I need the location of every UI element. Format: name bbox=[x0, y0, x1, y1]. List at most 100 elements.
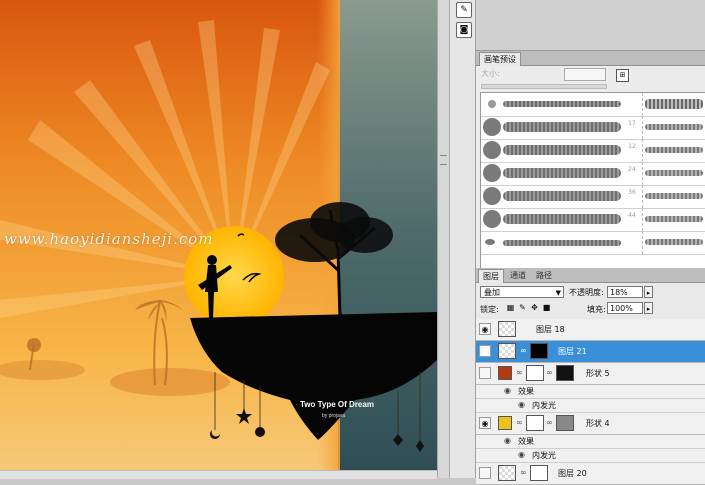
effects-label: 效果 bbox=[518, 387, 534, 396]
brush-stroke-preview bbox=[645, 239, 703, 245]
top-dock-area bbox=[476, 0, 705, 51]
brush-tip-icon bbox=[488, 100, 496, 108]
brush-stroke-preview bbox=[503, 240, 621, 246]
brush-preset-row[interactable]: 12 bbox=[481, 139, 705, 163]
tab-paths[interactable]: 路径 bbox=[532, 269, 556, 282]
layer-name: 形状 5 bbox=[586, 369, 610, 378]
brush-tip-icon bbox=[483, 141, 501, 159]
eye-icon[interactable]: ◉ bbox=[518, 400, 525, 409]
brush-preset-row[interactable] bbox=[481, 93, 705, 117]
eyedropper-icon[interactable]: ✎ bbox=[456, 2, 472, 18]
brush-presets-panel: 大小: ⊞ 17 12 24 36 44 bbox=[476, 66, 705, 280]
layer-name: 形状 4 bbox=[586, 419, 610, 428]
watermark-text: www.haoyidiansheji.com bbox=[4, 230, 214, 248]
tab-channels[interactable]: 通道 bbox=[506, 269, 530, 282]
brush-size-number: 17 bbox=[628, 120, 636, 127]
eye-icon[interactable] bbox=[479, 467, 491, 479]
lock-label: 锁定: bbox=[480, 305, 499, 314]
link-icon: ∞ bbox=[546, 418, 553, 427]
brush-size-number: 36 bbox=[628, 189, 636, 196]
layer-effect-row[interactable]: ◉ 内发光 bbox=[476, 449, 705, 463]
brush-preset-list[interactable]: 17 12 24 36 44 bbox=[480, 92, 705, 280]
link-icon: ∞ bbox=[520, 468, 527, 477]
brush-preset-row[interactable]: 24 bbox=[481, 162, 705, 186]
link-icon: ∞ bbox=[520, 346, 527, 355]
brush-stroke-preview bbox=[503, 191, 621, 201]
brush-tip-icon bbox=[483, 164, 501, 182]
eye-icon[interactable] bbox=[479, 367, 491, 379]
brush-preset-row[interactable] bbox=[481, 231, 705, 255]
link-icon: ∞ bbox=[546, 368, 553, 377]
fill-arrow-icon[interactable]: ▸ bbox=[644, 302, 653, 314]
layer-row-selected[interactable]: ◉ ∞ 图层 21 bbox=[476, 341, 705, 363]
brush-stroke-preview bbox=[503, 214, 621, 224]
artwork-title: Two Type Of Dream bbox=[300, 400, 374, 409]
tab-brush-presets[interactable]: 画笔预设 bbox=[479, 52, 521, 66]
layer-thumbnail bbox=[498, 321, 516, 337]
color-swatch bbox=[498, 366, 512, 380]
document-canvas[interactable]: www.haoyidiansheji.com Two Type Of Dream… bbox=[0, 0, 437, 470]
eye-icon[interactable]: ◉ bbox=[504, 386, 511, 395]
effects-label: 效果 bbox=[518, 437, 534, 446]
brush-size-field[interactable] bbox=[564, 68, 606, 81]
layer-options-bar: 叠加 ▼ 不透明度: 18% ▸ 锁定: ▦ ✎ ✥ ■ 填充: 100% ▸ bbox=[476, 283, 705, 320]
layers-panel: 图层 通道 路径 叠加 ▼ 不透明度: 18% ▸ 锁定: ▦ ✎ ✥ ■ 填充… bbox=[476, 268, 705, 485]
opacity-input[interactable]: 18% bbox=[607, 286, 643, 298]
brush-preset-row[interactable]: 17 bbox=[481, 116, 705, 140]
layer-row[interactable]: ∞ 图层 20 bbox=[476, 463, 705, 485]
mask-icon[interactable]: ◙ bbox=[456, 22, 472, 38]
lock-move-icon[interactable]: ✥ bbox=[530, 303, 539, 312]
lock-transparent-icon[interactable]: ▦ bbox=[506, 303, 515, 312]
panel-icon-strip: ✎ ◙ bbox=[450, 0, 476, 478]
panels-dock: 画笔预设 大小: ⊞ 17 12 24 36 44 图层 通道 路径 叠加 ▼ … bbox=[476, 0, 705, 485]
eye-icon[interactable]: ◉ bbox=[479, 345, 491, 357]
layer-name: 图层 18 bbox=[536, 325, 565, 334]
divider bbox=[642, 185, 643, 208]
chevron-down-icon: ▼ bbox=[555, 289, 561, 297]
effect-name: 内发光 bbox=[532, 401, 556, 410]
brush-tip-icon bbox=[485, 239, 495, 245]
mask-thumbnail bbox=[526, 415, 544, 431]
brush-size-number: 44 bbox=[628, 212, 636, 219]
brush-stroke-preview bbox=[645, 147, 703, 153]
eye-icon[interactable]: ◉ bbox=[479, 417, 491, 429]
brush-stroke-preview bbox=[503, 101, 621, 107]
mask-thumbnail bbox=[530, 343, 548, 359]
divider bbox=[642, 116, 643, 139]
layer-row[interactable]: ◉ 图层 18 bbox=[476, 319, 705, 341]
brush-tip-icon bbox=[483, 187, 501, 205]
divider bbox=[642, 93, 643, 116]
blend-mode-value: 叠加 bbox=[484, 288, 500, 297]
brush-stroke-preview bbox=[645, 124, 703, 130]
mask-thumbnail bbox=[526, 365, 544, 381]
layer-thumbnail bbox=[498, 465, 516, 481]
eye-icon[interactable]: ◉ bbox=[518, 450, 525, 459]
brush-preset-row[interactable]: 36 bbox=[481, 185, 705, 209]
tab-layers[interactable]: 图层 bbox=[478, 269, 504, 283]
lock-paint-icon[interactable]: ✎ bbox=[518, 303, 527, 312]
layer-row[interactable]: ◉ ∞ ∞ 形状 4 bbox=[476, 413, 705, 435]
brush-tip-icon bbox=[483, 210, 501, 228]
fill-input[interactable]: 100% bbox=[607, 302, 643, 314]
layer-row[interactable]: ∞ ∞ 形状 5 bbox=[476, 363, 705, 385]
vector-mask-thumbnail bbox=[556, 415, 574, 431]
new-preset-icon[interactable]: ⊞ bbox=[616, 69, 629, 82]
brush-tip-icon bbox=[483, 118, 501, 136]
effect-name: 内发光 bbox=[532, 451, 556, 460]
brush-preset-row[interactable]: 44 bbox=[481, 208, 705, 232]
opacity-arrow-icon[interactable]: ▸ bbox=[644, 286, 653, 298]
vertical-scrollbar[interactable] bbox=[437, 0, 450, 478]
brush-size-number: 12 bbox=[628, 143, 636, 150]
lock-all-icon[interactable]: ■ bbox=[542, 303, 551, 312]
layer-effect-row[interactable]: ◉ 内发光 bbox=[476, 399, 705, 413]
divider bbox=[642, 162, 643, 185]
brush-size-slider[interactable] bbox=[481, 84, 607, 89]
brush-stroke-preview bbox=[645, 216, 703, 222]
blend-mode-select[interactable]: 叠加 ▼ bbox=[480, 286, 564, 298]
eye-icon[interactable]: ◉ bbox=[479, 323, 491, 335]
scroll-grip-icon[interactable] bbox=[440, 155, 447, 165]
brush-stroke-preview bbox=[645, 193, 703, 199]
eye-icon[interactable]: ◉ bbox=[504, 436, 511, 445]
layer-effects-row[interactable]: ◉ 效果 bbox=[476, 435, 705, 449]
layer-effects-row[interactable]: ◉ 效果 bbox=[476, 385, 705, 399]
